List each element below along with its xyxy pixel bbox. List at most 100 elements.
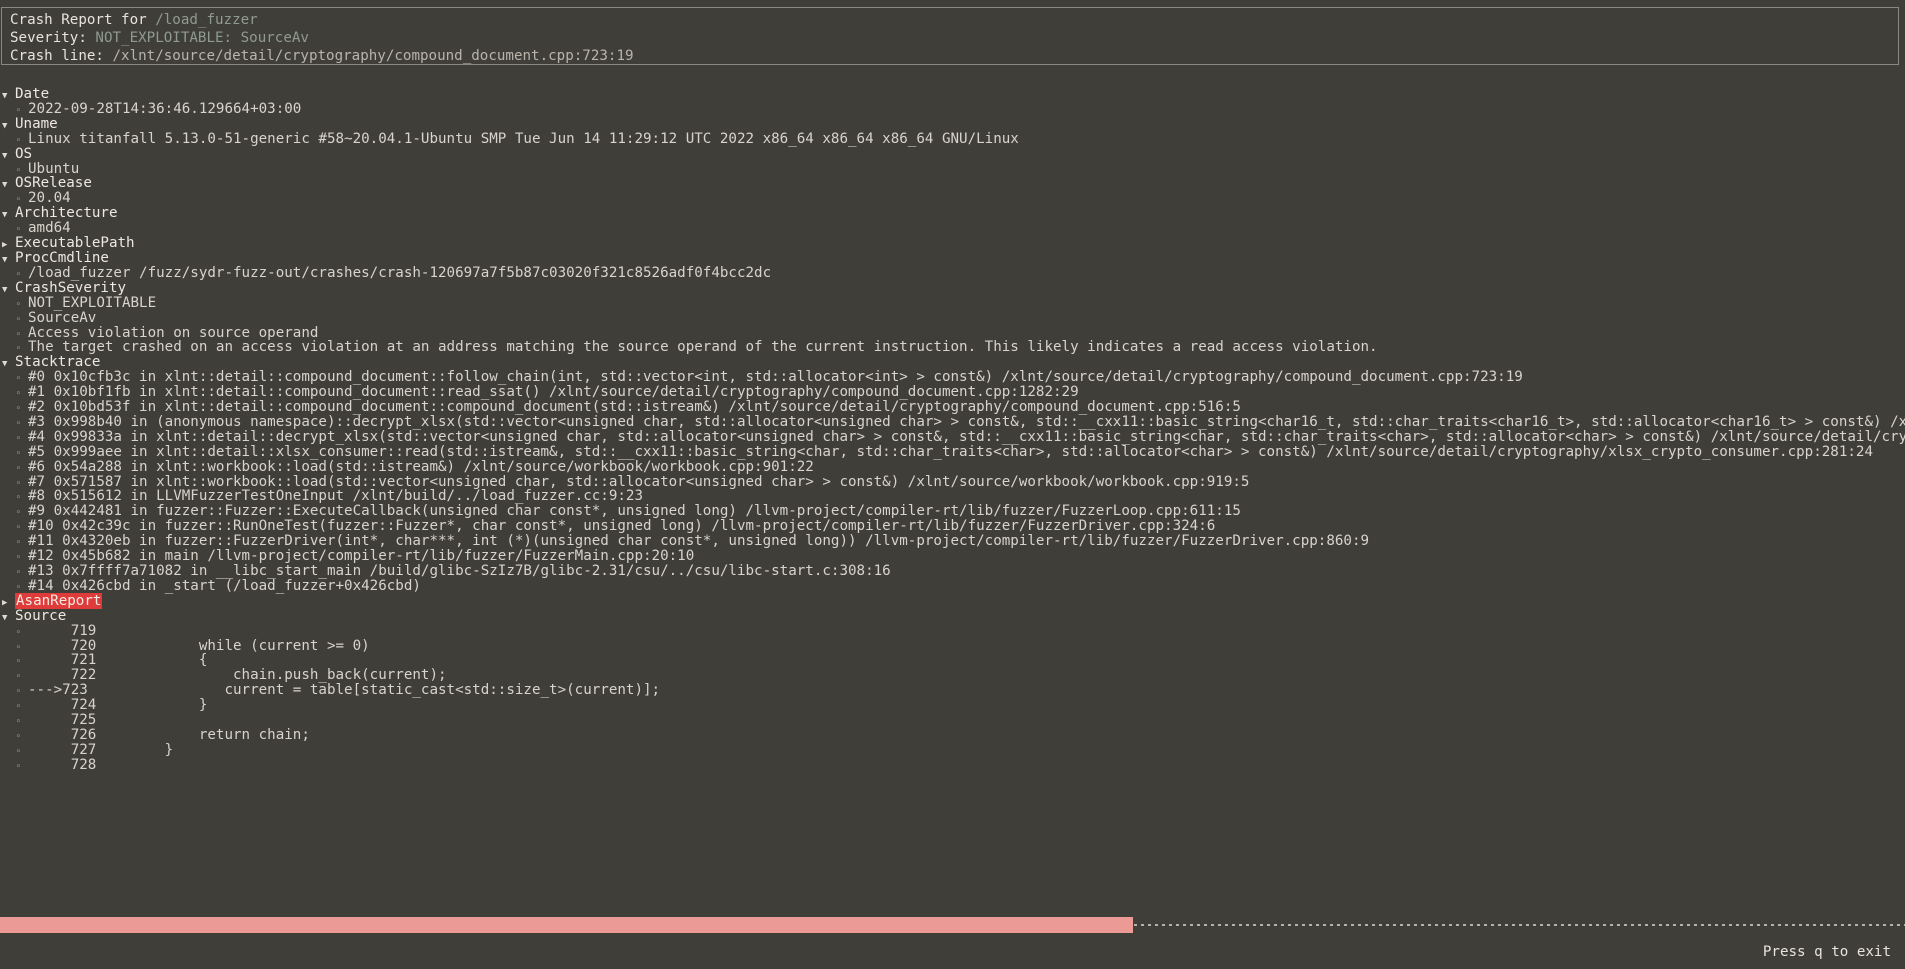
tree-node-label: Uname [15,115,58,132]
tree-node-label: OSRelease [15,175,92,192]
horizontal-scrollbar[interactable] [0,917,1905,933]
tree-leaf-text: #13 0x7ffff7a71082 in __libc_start_main … [28,563,891,579]
tree-leaf-text: #8 0x515612 in LLVMFuzzerTestOneInput /x… [28,488,643,505]
scrollbar-track[interactable] [0,917,1905,933]
tree-leaf-text: 725 [28,712,97,729]
tree-leaf-text: #1 0x10bf1fb in xlnt::detail::compound_d… [28,384,1079,401]
tree-leaf[interactable]: ◦ #10 0x42c39c in fuzzer::RunOneTest(fuzz… [0,519,1905,534]
tree-leaf[interactable]: ◦ 721 { [0,653,1905,668]
tree-leaf[interactable]: ◦ 724 } [0,698,1905,713]
crash-report-title-line: Crash Report for /load_fuzzer [10,11,1898,29]
tree-node-label: Architecture [15,205,118,222]
tree-leaf-text: #5 0x999aee in xlnt::detail::xlsx_consum… [28,443,1873,460]
tree-node-label: AsanReport [15,592,103,609]
tree-leaf-text: #9 0x442481 in fuzzer::Fuzzer::ExecuteCa… [28,503,1241,520]
tree-leaf[interactable]: ◦ #5 0x999aee in xlnt::detail::xlsx_consu… [0,443,1905,460]
tree-node-label: CrashSeverity [15,279,127,296]
tree-leaf[interactable]: ◦ Linux titanfall 5.13.0-51-generic #58~2… [0,130,1905,147]
tree-leaf[interactable]: ◦ #3 0x998b40 in (anonymous namespace)::d… [0,413,1905,430]
status-bar: Press q to exit [0,935,1905,969]
tree-leaf[interactable]: ◦ amd64 [0,221,1905,236]
tree-leaf[interactable]: ◦ 726 return chain; [0,728,1905,743]
tree-leaf[interactable]: ◦ #7 0x571587 in xlnt::workbook::load(std… [0,473,1905,490]
tree-leaf-text: 726 return chain; [28,726,310,743]
tree-leaf-text: #7 0x571587 in xlnt::workbook::load(std:… [28,473,1250,490]
tree-node[interactable]: ▼ Stacktrace [0,355,1905,370]
tree-leaf-text: Ubuntu [28,160,80,177]
tree-leaf[interactable]: ◦ #4 0x99833a in xlnt::detail::decrypt_xl… [0,428,1905,445]
tree-node[interactable]: ▼ Source [0,607,1905,624]
tree-leaf[interactable]: ◦ #1 0x10bf1fb in xlnt::detail::compound_… [0,385,1905,400]
tree-leaf-text: amd64 [28,220,71,237]
tree-node-label: Stacktrace [15,354,101,371]
tree-leaf[interactable]: ◦ #14 0x426cbd in _start (/load_fuzzer+0x… [0,577,1905,594]
tree-leaf[interactable]: ◦ #9 0x442481 in fuzzer::Fuzzer::ExecuteC… [0,504,1905,519]
tree-leaf[interactable]: ◦ --->723 current = table[static_cast<std… [0,683,1905,698]
tree-leaf-text: #10 0x42c39c in fuzzer::RunOneTest(fuzze… [28,518,1216,535]
tree-leaf-text: SourceAv [28,309,97,326]
tree-node[interactable]: ▶ AsanReport [0,592,1905,609]
tree-node-label: ExecutablePath [15,235,135,252]
tree-leaf-text: 724 } [28,697,208,714]
scrollbar-thumb[interactable] [0,917,1134,933]
severity-line: Severity: NOT_EXPLOITABLE: SourceAv [10,29,1898,47]
tree-leaf[interactable]: ◦/load_fuzzer /fuzz/sydr-fuzz-out/crashe… [0,264,1905,281]
tree-node[interactable]: ▼ Uname [0,115,1905,132]
tree-leaf-text: 721 { [28,652,208,669]
tree-leaf[interactable]: ◦ 722 chain.push_back(current); [0,668,1905,683]
tree-leaf-text: 728 [28,756,97,773]
severity-value: NOT_EXPLOITABLE: SourceAv [95,30,309,46]
tree-leaf[interactable]: ◦ #13 0x7ffff7a71082 in __libc_start_main… [0,564,1905,579]
tree-leaf-text: /load_fuzzer /fuzz/sydr-fuzz-out/crashes… [28,264,772,281]
tree-leaf-text: 719 [28,622,97,639]
tree-node[interactable]: ▼ OSRelease [0,176,1905,191]
tree-node[interactable]: ▶ ExecutablePath [0,236,1905,251]
tree-leaf[interactable]: ◦ Ubuntu [0,160,1905,177]
tree-leaf-text: #3 0x998b40 in (anonymous namespace)::de… [28,413,1905,430]
tree-leaf[interactable]: ◦ Access violation on source operand [0,324,1905,341]
tree-leaf[interactable]: ◦ 725 [0,713,1905,728]
crash-line-label: Crash line: [10,48,113,64]
tree-leaf[interactable]: ◦ 719 [0,622,1905,639]
tree-leaf-text: 20.04 [28,190,71,207]
tree-leaf[interactable]: ◦ #0 0x10cfb3c in xlnt::detail::compound_… [0,370,1905,385]
tree-leaf[interactable]: ◦ 728 [0,756,1905,773]
tree-node[interactable]: ▼ Date [0,87,1905,102]
tree-leaf-text: Access violation on source operand [28,324,319,341]
tree-node-label: ProcCmdline [15,249,109,266]
tree-leaf[interactable]: ◦ NOT_EXPLOITABLE [0,294,1905,311]
crash-line-value: /xlnt/source/detail/cryptography/compoun… [112,48,634,64]
bullet-icon: ◦ [15,761,21,772]
tree-leaf[interactable]: ◦ #12 0x45b682 in main /llvm-project/comp… [0,549,1905,564]
tree-leaf[interactable]: ◦ #8 0x515612 in LLVMFuzzerTestOneInput /… [0,489,1905,504]
tree-node[interactable]: ▼ ProcCmdline [0,251,1905,266]
tree-node[interactable]: ▼ Architecture [0,206,1905,221]
tree-node-label: Source [15,607,67,624]
tree-leaf[interactable]: ◦ SourceAv [0,309,1905,326]
tree-leaf[interactable]: ◦ 720 while (current >= 0) [0,637,1905,654]
tree-node-label: OS [15,145,33,162]
tree-leaf[interactable]: ◦ #2 0x10bd53f in xlnt::detail::compound_… [0,400,1905,415]
tree-leaf-text: #11 0x4320eb in fuzzer::FuzzerDriver(int… [28,533,1370,550]
crash-line-row: Crash line: /xlnt/source/detail/cryptogr… [10,47,1898,65]
crash-summary-panel: Crash Report for /load_fuzzer Severity: … [1,7,1899,65]
tree-leaf-text: #4 0x99833a in xlnt::detail::decrypt_xls… [28,428,1905,445]
crash-report-tree[interactable]: ▼ Date ◦ 2022-09-28T14:36:46.129664+03:00 ▼ U… [0,87,1905,915]
tree-leaf[interactable]: ◦ 727 } [0,742,1905,758]
tree-leaf[interactable]: ◦ #11 0x4320eb in fuzzer::FuzzerDriver(in… [0,534,1905,549]
tree-leaf[interactable]: ◦ 2022-09-28T14:36:46.129664+03:00 [0,100,1905,117]
tree-leaf-text: 720 while (current >= 0) [28,637,370,654]
tree-node[interactable]: ▼ CrashSeverity [0,279,1905,296]
tree-leaf-text: #14 0x426cbd in _start (/load_fuzzer+0x4… [28,577,421,594]
tree-leaf-text: #12 0x45b682 in main /llvm-project/compi… [28,548,695,565]
tree-leaf[interactable]: ◦ #6 0x54a288 in xlnt::workbook::load(std… [0,458,1905,475]
tree-leaf[interactable]: ◦ 20.04 [0,191,1905,206]
tree-leaf[interactable]: ◦ The target crashed on an access violati… [0,340,1905,355]
tree-leaf-text: NOT_EXPLOITABLE [28,294,157,311]
tree-leaf-text: #6 0x54a288 in xlnt::workbook::load(std:… [28,458,814,475]
tree-leaf-text: #0 0x10cfb3c in xlnt::detail::compound_d… [28,369,1523,386]
tree-leaf-text: 2022-09-28T14:36:46.129664+03:00 [28,100,302,117]
crash-report-target-path: /load_fuzzer [155,12,258,28]
tree-node[interactable]: ▼ OS [0,145,1905,162]
tree-leaf-text: Linux titanfall 5.13.0-51-generic #58~20… [28,130,1019,147]
